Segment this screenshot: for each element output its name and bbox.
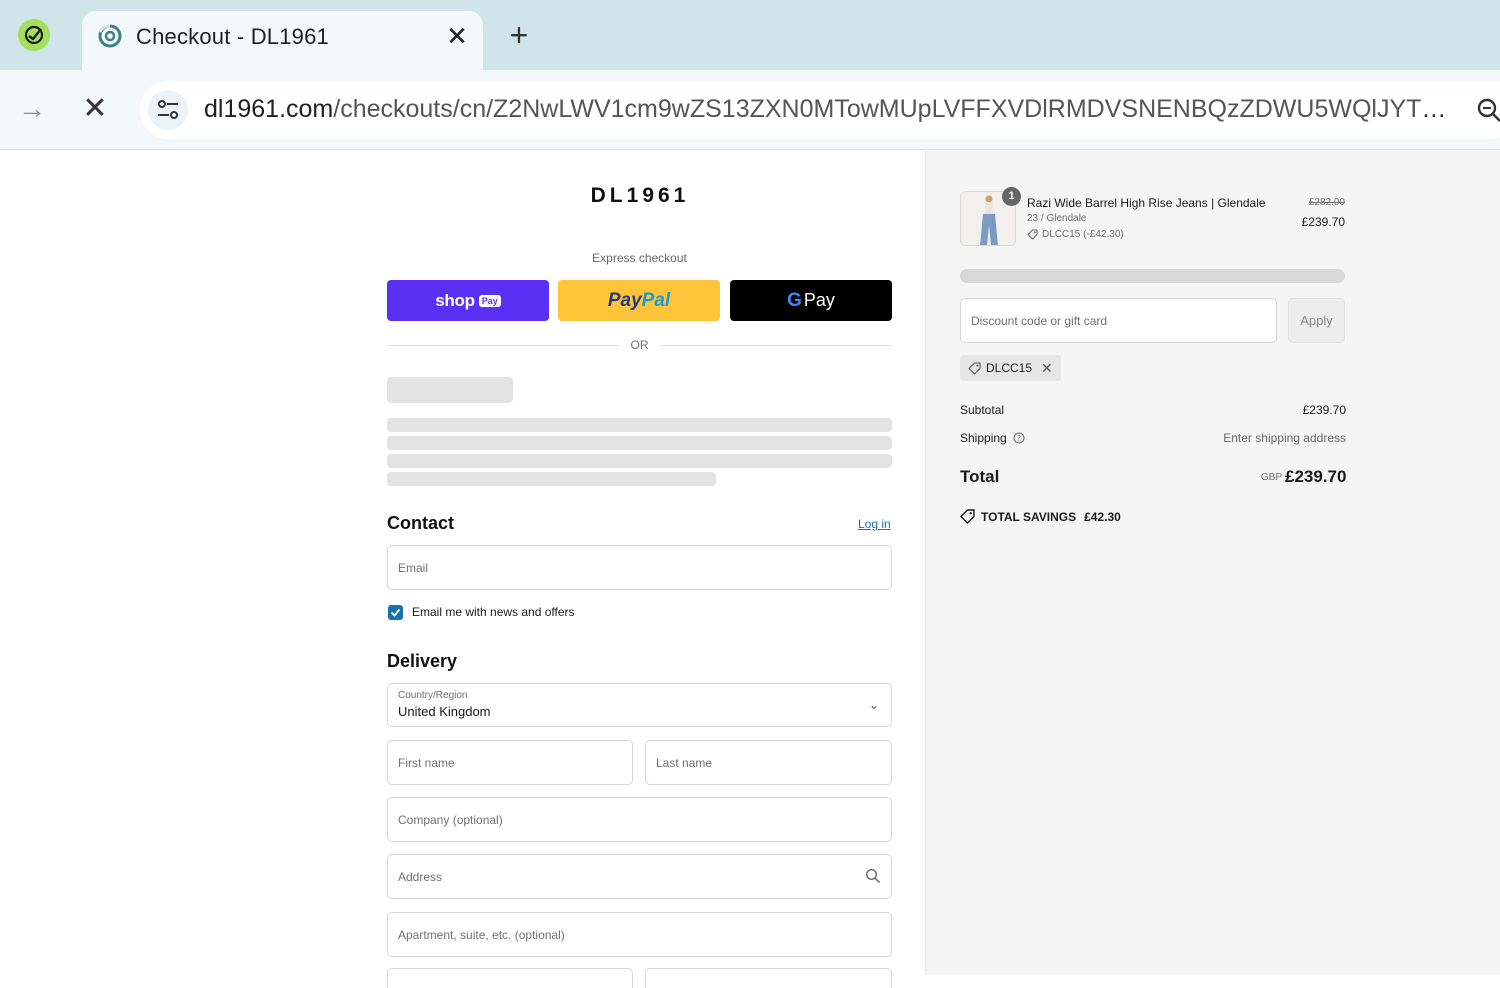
store-logo[interactable]: DL1961 [560,184,720,208]
first-name-placeholder: First name [398,756,455,770]
address-field[interactable]: Address [387,854,892,899]
help-circle-icon[interactable]: ? [1013,432,1025,444]
browser-toolbar: → ✕ dl1961.com/checkouts/cn/Z2NwLWV1cm9w… [0,70,1500,150]
new-tab-button[interactable]: + [504,19,534,51]
discount-code-input[interactable]: Discount code or gift card [960,298,1277,343]
applied-code-text: DLCC15 [986,361,1033,375]
loading-favicon-icon [98,24,122,48]
browser-tab-active[interactable]: Checkout - DL1961 ✕ [82,11,483,70]
address-bar[interactable]: dl1961.com/checkouts/cn/Z2NwLWV1cm9wZS13… [140,81,1500,139]
total-currency: GBP [1260,472,1282,483]
tag-icon [1027,229,1038,240]
google-g-icon: G [787,289,802,311]
product-variant: 23 / Glendale [1027,213,1087,224]
country-label: Country/Region [398,690,468,701]
paypal-wordmark-a: Pay [607,289,642,311]
or-divider: OR [387,337,892,353]
total-label: Total [960,467,1000,486]
delivery-heading: Delivery [387,651,458,671]
profile-icon[interactable] [18,19,50,51]
tab-close-icon[interactable]: ✕ [444,23,470,49]
url-text[interactable]: dl1961.com/checkouts/cn/Z2NwLWV1cm9wZS13… [204,95,1459,124]
search-icon [865,868,881,884]
quantity-badge: 1 [1002,187,1021,206]
paypal-button[interactable]: Pay Pal [558,280,720,321]
browser-tab-bar: Checkout - DL1961 ✕ + [0,0,1500,70]
company-field[interactable]: Company (optional) [387,797,892,842]
skeleton-block [387,377,513,403]
shop-pay-wordmark: shop [435,290,475,310]
url-path: /checkouts/cn/Z2NwLWV1cm9wZS13ZXN0MTowMU… [333,95,1459,123]
zoom-icon[interactable] [1476,97,1500,123]
total-savings: TOTAL SAVINGS £42.30 [960,509,1121,524]
postcode-field[interactable] [645,968,892,988]
country-value: United Kingdom [398,704,491,719]
product-discount: DLCC15 (-£42.30) [1027,229,1124,240]
site-info-icon[interactable] [148,90,188,130]
country-select[interactable]: Country/Region United Kingdom ⌄ [387,683,892,727]
svg-text:?: ? [1017,434,1021,443]
paypal-wordmark-b: Pal [641,289,671,311]
chevron-down-icon: ⌄ [868,698,879,712]
company-placeholder: Company (optional) [398,813,503,827]
email-field[interactable]: Email [387,545,892,590]
apartment-placeholder: Apartment, suite, etc. (optional) [398,928,565,942]
product-discount-text: DLCC15 (-£42.30) [1042,229,1124,240]
item-price: £239.70 [1301,215,1345,229]
apply-button[interactable]: Apply [1288,298,1345,343]
shipping-value: Enter shipping address [1223,431,1346,445]
skeleton-line [387,472,716,486]
forward-arrow-icon[interactable]: → [18,94,48,124]
first-name-field[interactable]: First name [387,740,633,785]
last-name-placeholder: Last name [656,756,713,770]
tab-title: Checkout - DL1961 [136,24,329,49]
shop-pay-pill: Pay [478,294,501,307]
discount-code-placeholder: Discount code or gift card [971,314,1108,328]
apartment-field[interactable]: Apartment, suite, etc. (optional) [387,912,892,957]
skeleton-line [387,454,892,468]
email-placeholder: Email [398,561,429,575]
skeleton-line [387,418,892,432]
tag-icon [960,509,975,524]
total-savings-value: £42.30 [1084,509,1121,524]
total-savings-label: TOTAL SAVINGS [981,509,1077,524]
shipping-row: Shipping ? Enter shipping address [960,431,1346,445]
log-in-link[interactable]: Log in [858,517,891,531]
subtotal-value: £239.70 [1302,403,1346,417]
product-name: Razi Wide Barrel High Rise Jeans | Glend… [1027,196,1266,210]
or-line-right [660,345,892,346]
shipping-label: Shipping [960,431,1007,445]
last-name-field[interactable]: Last name [645,740,892,785]
original-price: £282.00 [1308,197,1345,208]
subtotal-row: Subtotal £239.70 [960,403,1346,417]
url-host: dl1961.com [204,95,334,123]
tag-icon [968,361,981,375]
checkout-page: DL1961 Express checkout shop Pay Pay Pal … [0,151,1500,988]
google-pay-button[interactable]: G Pay [730,280,892,321]
skeleton-line [960,269,1345,283]
remove-code-icon[interactable]: ✕ [1041,360,1053,377]
contact-heading: Contact [387,513,454,533]
google-pay-label: Pay [803,290,835,310]
shop-pay-button[interactable]: shop Pay [387,280,549,321]
checkmark-icon [390,608,401,617]
newsletter-label[interactable]: Email me with news and offers [412,605,575,619]
subtotal-label: Subtotal [960,403,1005,417]
applied-code-chip: DLCC15 ✕ [960,355,1061,381]
city-field[interactable] [387,968,633,988]
newsletter-checkbox[interactable] [388,605,403,620]
stop-loading-icon[interactable]: ✕ [80,94,110,124]
skeleton-line [387,436,892,450]
total-value: £239.70 [1285,467,1347,486]
express-checkout-label: Express checkout [592,251,687,265]
address-placeholder: Address [398,870,443,884]
